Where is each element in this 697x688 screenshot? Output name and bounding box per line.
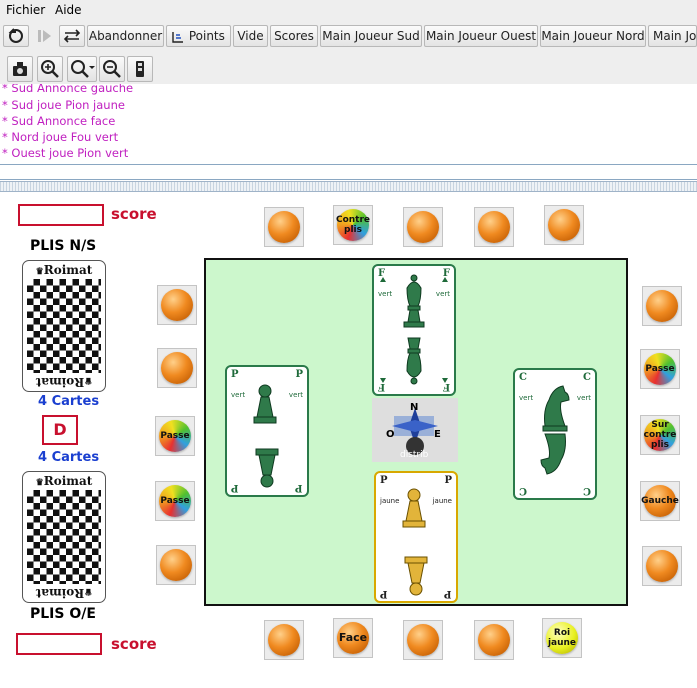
pawn-icon bbox=[253, 384, 279, 488]
vide-button[interactable]: Vide bbox=[233, 25, 268, 47]
compass-n: N bbox=[410, 402, 419, 413]
bid-slot-south-2[interactable]: Face bbox=[333, 618, 373, 658]
bid-slot-east-3[interactable]: Sur contre plis bbox=[640, 415, 680, 455]
bid-slot-west-3[interactable]: Passe bbox=[155, 416, 195, 456]
log-line: * Sud joue Pion jaune bbox=[2, 98, 125, 112]
main-joueur-est-button[interactable]: Main Jo bbox=[648, 25, 697, 47]
log-line: * Sud Annonce gauche bbox=[2, 84, 134, 95]
zoom-out-button[interactable] bbox=[99, 56, 125, 82]
bid-gauche: Gauche bbox=[641, 485, 679, 517]
bid-slot-south-5[interactable]: Roi jaune bbox=[542, 618, 582, 658]
bid-sur-contre-plis: Sur contre plis bbox=[643, 419, 677, 451]
bid-face: Face bbox=[337, 622, 369, 654]
compass-e: E bbox=[434, 429, 441, 440]
bid-slot-north-2[interactable]: Contre plis bbox=[333, 205, 373, 245]
dealer-badge: D bbox=[42, 415, 78, 445]
bid-roi-jaune: Roi jaune bbox=[546, 622, 578, 654]
bid-slot-west-5[interactable] bbox=[156, 545, 196, 585]
bid-slot-west-4[interactable]: Passe bbox=[155, 481, 195, 521]
camera-icon bbox=[13, 62, 27, 76]
play-button[interactable] bbox=[31, 25, 57, 47]
deck-ns[interactable]: ♛Roimat ♛Roimat bbox=[22, 260, 106, 392]
zoom-menu-button[interactable] bbox=[67, 56, 97, 82]
undo-button[interactable] bbox=[3, 25, 29, 47]
main-joueur-sud-button[interactable]: Main Joueur Sud bbox=[320, 25, 422, 47]
points-label: Points bbox=[188, 29, 225, 43]
bid-slot-south-3[interactable] bbox=[403, 620, 443, 660]
bid-slot-north-5[interactable] bbox=[544, 205, 584, 245]
main-joueur-ouest-button[interactable]: Main Joueur Ouest bbox=[424, 25, 538, 47]
play-icon bbox=[38, 30, 51, 42]
score-oe-box bbox=[16, 633, 102, 655]
undo-icon bbox=[8, 28, 23, 43]
bid-slot-east-1[interactable] bbox=[642, 286, 682, 326]
swap-arrows-icon bbox=[63, 29, 81, 43]
score-ns-label: score bbox=[111, 205, 157, 223]
toolbar: Abandonner Points Vide Scores Main Joueu… bbox=[0, 22, 697, 53]
score-ns-box bbox=[18, 204, 104, 226]
deck-oe[interactable]: ♛Roimat ♛Roimat bbox=[22, 471, 106, 603]
log-line: * Sud Annonce face bbox=[2, 114, 116, 128]
plis-ns-label: PLIS N/S bbox=[30, 238, 97, 254]
menu-bar: Fichier Aide bbox=[0, 0, 697, 22]
knight-icon bbox=[540, 385, 570, 475]
log-line: * Ouest joue Pion vert bbox=[2, 146, 129, 160]
main-joueur-nord-button[interactable]: Main Joueur Nord bbox=[540, 25, 646, 47]
bid-contre-plis: Contre plis bbox=[336, 209, 370, 241]
bid-slot-west-2[interactable] bbox=[157, 348, 197, 388]
swap-button[interactable] bbox=[59, 25, 85, 47]
menu-fichier[interactable]: Fichier bbox=[6, 3, 45, 17]
bid-passe: Passe bbox=[644, 353, 676, 385]
zoom-toolbar bbox=[0, 52, 697, 85]
split-divider[interactable] bbox=[0, 181, 697, 192]
deck-brand: ♛Roimat bbox=[35, 474, 93, 488]
bid-slot-north-3[interactable] bbox=[403, 207, 443, 247]
compass-dealer-indicator: N O E distrib bbox=[372, 398, 458, 462]
points-icon bbox=[172, 31, 183, 43]
points-button[interactable]: Points bbox=[166, 25, 231, 47]
bid-slot-east-4[interactable]: Gauche bbox=[640, 481, 680, 521]
zoom-in-button[interactable] bbox=[37, 56, 63, 82]
zoom-out-icon bbox=[103, 60, 121, 78]
phone-icon bbox=[136, 61, 144, 77]
menu-aide[interactable]: Aide bbox=[55, 3, 82, 17]
log-line: * Nord joue Fou vert bbox=[2, 130, 119, 144]
card-east-cavalier[interactable]: C C vert vert C C bbox=[513, 368, 597, 500]
pawn-icon bbox=[402, 488, 428, 596]
bid-slot-north-4[interactable] bbox=[474, 207, 514, 247]
bid-slot-east-5[interactable] bbox=[642, 546, 682, 586]
bid-passe: Passe bbox=[159, 420, 191, 452]
bid-slot-south-4[interactable] bbox=[474, 620, 514, 660]
cartes-count-ns: 4 Cartes bbox=[38, 394, 100, 409]
card-south-pion[interactable]: P P jaune jaune P P bbox=[374, 471, 458, 603]
bishop-icon bbox=[380, 274, 448, 385]
card-west-pion[interactable]: P P vert vert P P bbox=[225, 365, 309, 497]
fit-button[interactable] bbox=[127, 56, 153, 82]
bid-slot-west-1[interactable] bbox=[157, 285, 197, 325]
bid-passe: Passe bbox=[159, 485, 191, 517]
game-log: * Sud Annonce gauche * Sud joue Pion jau… bbox=[0, 84, 697, 165]
deck-brand: ♛Roimat bbox=[35, 375, 93, 389]
bid-slot-north-1[interactable] bbox=[264, 207, 304, 247]
zoom-in-icon bbox=[41, 60, 59, 78]
card-north-fou[interactable]: F F vert vert F F bbox=[372, 264, 456, 396]
plis-oe-label: PLIS O/E bbox=[30, 606, 96, 622]
score-oe-label: score bbox=[111, 635, 157, 653]
bid-slot-south-1[interactable] bbox=[264, 620, 304, 660]
deck-brand: ♛Roimat bbox=[35, 586, 93, 600]
abandonner-button[interactable]: Abandonner bbox=[87, 25, 164, 47]
distrib-label: distrib bbox=[400, 450, 429, 460]
deck-brand: ♛Roimat bbox=[35, 263, 93, 277]
bid-slot-east-2[interactable]: Passe bbox=[640, 349, 680, 389]
status-strip bbox=[0, 165, 697, 180]
camera-button[interactable] bbox=[7, 56, 33, 82]
zoom-dropdown-icon bbox=[71, 60, 95, 78]
scores-button[interactable]: Scores bbox=[270, 25, 318, 47]
cartes-count-oe: 4 Cartes bbox=[38, 450, 100, 465]
compass-o: O bbox=[386, 429, 395, 440]
